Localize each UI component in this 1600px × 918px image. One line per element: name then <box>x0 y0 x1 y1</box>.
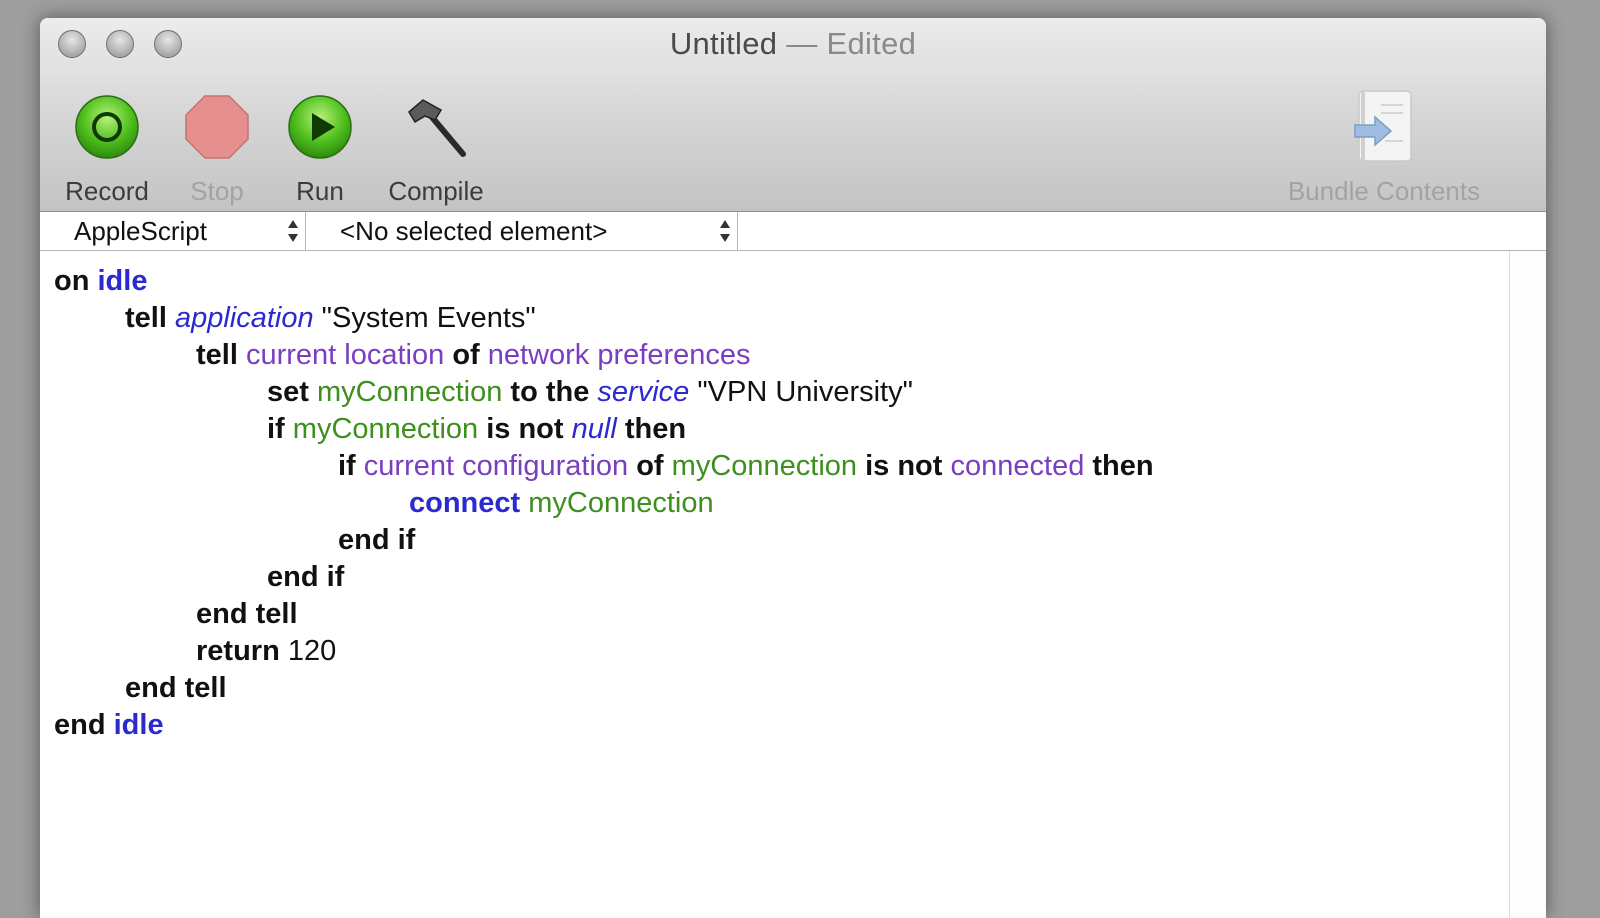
language-value: AppleScript <box>74 216 207 246</box>
code-token: then <box>624 413 687 445</box>
record-label: Record <box>65 176 149 206</box>
popup-arrows-icon <box>288 220 298 242</box>
code-token: then <box>1092 450 1154 482</box>
code-token: of <box>452 339 480 371</box>
code-token: myConnection <box>671 450 858 482</box>
code-token: null <box>571 413 617 445</box>
code-line: end if <box>54 522 1154 559</box>
code-token: 120 <box>279 635 337 667</box>
code-line: if current configuration of myConnection… <box>54 448 1154 485</box>
code-token: end if <box>338 524 416 556</box>
stop-button[interactable]: Stop <box>168 92 266 207</box>
code-line: end if <box>54 559 1154 596</box>
run-label: Run <box>296 176 344 206</box>
code-token: end <box>54 709 106 741</box>
code-line: end tell <box>54 596 1154 633</box>
code-token: end tell <box>196 598 298 630</box>
code-token: "VPN University" <box>689 376 913 408</box>
code-line: end idle <box>54 707 1154 744</box>
code-token: current location <box>245 339 445 371</box>
code-token: tell <box>125 302 167 334</box>
code-token: if <box>267 413 285 445</box>
code-token: on <box>54 265 90 297</box>
code-token: is not <box>486 413 564 445</box>
code-text[interactable]: on idle tell application "System Events" t… <box>54 263 1154 744</box>
code-token: service <box>597 376 690 408</box>
code-token: current configuration <box>363 450 629 482</box>
code-line: tell application "System Events" <box>54 300 1154 337</box>
code-token: myConnection <box>292 413 479 445</box>
code-token: network preferences <box>487 339 751 371</box>
code-token: connect <box>409 487 521 519</box>
code-line: end tell <box>54 670 1154 707</box>
code-token: myConnection <box>316 376 503 408</box>
code-token: of <box>636 450 664 482</box>
script-editor-window: Untitled — Edited Record Stop Run Compil… <box>40 18 1546 918</box>
code-line: tell current location of network prefere… <box>54 337 1154 374</box>
code-token: "System Events" <box>313 302 536 334</box>
run-icon <box>274 92 366 162</box>
title-toolbar: Untitled — Edited Record Stop Run Compil… <box>40 18 1546 212</box>
code-token: if <box>338 450 356 482</box>
document-name: Untitled <box>669 26 778 61</box>
compile-button[interactable]: Compile <box>376 92 496 207</box>
code-token: end tell <box>125 672 227 704</box>
code-line: if myConnection is not null then <box>54 411 1154 448</box>
code-line: set myConnection to the service "VPN Uni… <box>54 374 1154 411</box>
code-token: end if <box>267 561 345 593</box>
window-title: Untitled — Edited <box>40 26 1546 62</box>
record-button[interactable]: Record <box>58 92 156 207</box>
code-token: set <box>267 376 309 408</box>
stop-label: Stop <box>190 176 244 206</box>
code-token: myConnection <box>528 487 714 519</box>
code-line: on idle <box>54 263 1154 300</box>
code-token: application <box>174 302 314 334</box>
code-token: is not <box>865 450 943 482</box>
language-popup[interactable]: AppleScript <box>40 212 306 250</box>
code-token: return <box>196 635 280 667</box>
code-token: to the <box>510 376 590 408</box>
bundle-contents-icon <box>1266 90 1502 162</box>
code-token: idle <box>113 709 164 741</box>
element-popup[interactable]: <No selected element> <box>306 212 738 250</box>
vertical-scrollbar[interactable] <box>1509 251 1546 918</box>
bundle-contents-button[interactable]: Bundle Contents <box>1266 90 1502 207</box>
code-line: return 120 <box>54 633 1154 670</box>
popup-arrows-icon <box>720 220 730 242</box>
script-editor[interactable]: on idle tell application "System Events" t… <box>40 251 1546 918</box>
edited-indicator: — Edited <box>786 26 917 61</box>
code-token: connected <box>950 450 1085 482</box>
record-icon <box>58 92 156 162</box>
stop-icon <box>168 92 266 162</box>
code-token: tell <box>196 339 238 371</box>
hammer-icon <box>376 92 496 162</box>
navigation-bar: AppleScript <No selected element> <box>40 212 1546 251</box>
code-token: idle <box>97 265 148 297</box>
element-value: <No selected element> <box>340 216 608 246</box>
compile-label: Compile <box>388 176 484 206</box>
code-line: connect myConnection <box>54 485 1154 522</box>
bundle-contents-label: Bundle Contents <box>1287 176 1481 206</box>
run-button[interactable]: Run <box>274 92 366 207</box>
